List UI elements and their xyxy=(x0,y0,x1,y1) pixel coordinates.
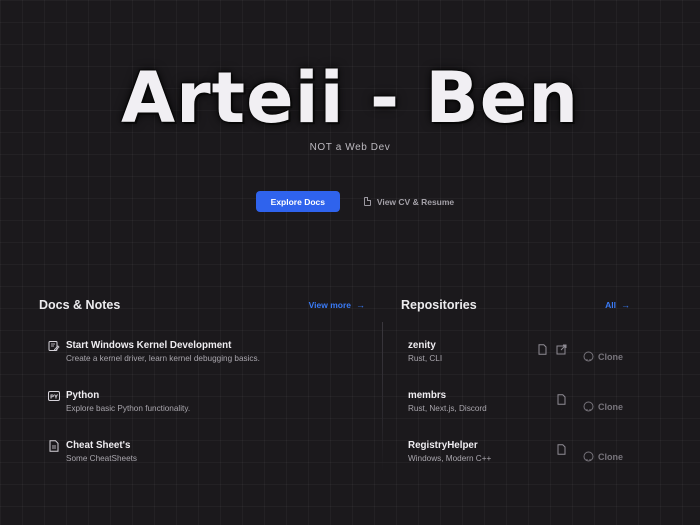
clone-label: Clone xyxy=(597,401,623,412)
file-icon[interactable] xyxy=(556,394,567,405)
view-cv-label: View CV & Resume xyxy=(376,196,455,207)
arrow-right-icon: → xyxy=(356,300,365,310)
all-repos-label: All xyxy=(605,300,616,310)
doc-title: Cheat Sheet's xyxy=(66,440,131,451)
repo-item[interactable]: RegistryHelper Windows, Modern C++ Clone xyxy=(408,439,628,465)
view-more-label: View more xyxy=(308,300,351,310)
clone-button[interactable]: Clone xyxy=(583,401,623,412)
doc-description: Some CheatSheets xyxy=(66,454,138,463)
docs-title: Docs & Notes xyxy=(39,298,121,312)
python-icon: PY xyxy=(48,391,60,401)
repo-item[interactable]: zenity Rust, CLI Clone xyxy=(408,339,628,365)
repo-actions: Clone xyxy=(556,389,623,412)
all-repos-link[interactable]: All → xyxy=(605,300,630,310)
kernel-icon xyxy=(48,341,60,352)
file-icon[interactable] xyxy=(556,444,567,455)
doc-item[interactable]: Cheat Sheet's Some CheatSheets xyxy=(48,439,137,465)
repo-actions: Clone xyxy=(556,439,623,462)
doc-item[interactable]: PY Python Explore basic Python functiona… xyxy=(48,389,190,415)
clone-button[interactable]: Clone xyxy=(583,351,623,362)
file-icon[interactable] xyxy=(537,344,548,355)
doc-title: Start Windows Kernel Development xyxy=(66,340,232,351)
svg-text:PY: PY xyxy=(50,395,59,401)
repos-title: Repositories xyxy=(401,298,477,312)
docs-header: Docs & Notes View more → xyxy=(39,298,365,312)
github-icon xyxy=(583,401,594,412)
doc-item[interactable]: Start Windows Kernel Development Create … xyxy=(48,339,260,365)
clone-label: Clone xyxy=(597,451,623,462)
view-more-link[interactable]: View more → xyxy=(309,300,365,310)
doc-title: Python xyxy=(66,390,100,401)
clone-button[interactable]: Clone xyxy=(583,451,623,462)
external-link-icon[interactable] xyxy=(556,344,567,355)
repo-actions: Clone xyxy=(537,339,623,362)
doc-description: Create a kernel driver, learn kernel deb… xyxy=(66,354,260,363)
view-cv-button[interactable]: View CV & Resume xyxy=(360,191,458,212)
arrow-right-icon: → xyxy=(621,300,630,310)
hero-actions: Explore Docs View CV & Resume xyxy=(0,191,700,212)
hero: Arteii - Ben NOT a Web Dev xyxy=(0,56,700,153)
github-icon xyxy=(583,351,594,362)
doc-description: Explore basic Python functionality. xyxy=(66,404,191,413)
hero-title: Arteii - Ben xyxy=(120,57,580,139)
file-icon xyxy=(363,197,371,206)
github-icon xyxy=(583,451,594,462)
repo-item[interactable]: membrs Rust, Next.js, Discord Clone xyxy=(408,389,628,415)
clone-label: Clone xyxy=(597,351,623,362)
repos-header: Repositories All → xyxy=(401,298,630,312)
document-icon xyxy=(49,440,59,452)
hero-subtitle: NOT a Web Dev xyxy=(309,142,391,153)
column-divider xyxy=(382,322,383,472)
explore-docs-button[interactable]: Explore Docs xyxy=(255,191,340,212)
